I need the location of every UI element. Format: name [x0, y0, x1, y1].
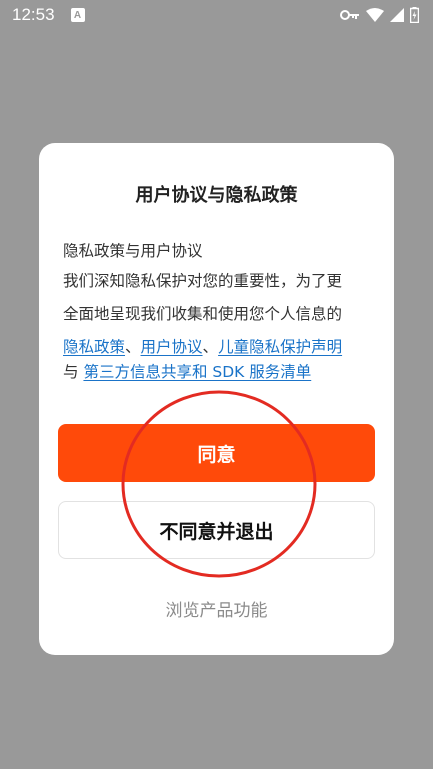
and-text: 与	[63, 363, 84, 381]
signal-icon	[390, 8, 404, 22]
status-time: 12:53	[12, 5, 55, 24]
link-separator: 、	[202, 338, 219, 356]
policy-links-row-2: 与 第三方信息共享和 SDK 服务清单	[63, 360, 373, 382]
privacy-dialog: 用户协议与隐私政策 隐私政策与用户协议 我们深知隐私保护对您的重要性，为了更 全…	[39, 143, 394, 655]
status-bar: 12:53 A	[0, 0, 433, 30]
notification-a-icon: A	[70, 8, 85, 22]
disagree-exit-button[interactable]: 不同意并退出	[58, 501, 375, 559]
dialog-text-line-2: 全面地呈现我们收集和使用您个人信息的	[63, 305, 343, 323]
dialog-subtitle: 隐私政策与用户协议	[63, 242, 203, 260]
policy-links-row: 隐私政策、用户协议、儿童隐私保护声明	[63, 335, 373, 357]
status-icons	[340, 7, 419, 23]
agree-button[interactable]: 同意	[58, 424, 375, 482]
dialog-text-line-1: 我们深知隐私保护对您的重要性，为了更	[63, 272, 343, 290]
dialog-title: 用户协议与隐私政策	[135, 185, 298, 206]
link-separator: 、	[125, 338, 141, 356]
children-privacy-link[interactable]: 儿童隐私保护声明	[218, 338, 342, 356]
key-icon	[340, 10, 359, 20]
battery-icon	[410, 7, 419, 23]
wifi-icon	[366, 8, 384, 22]
browse-features-link[interactable]: 浏览产品功能	[39, 596, 394, 621]
privacy-policy-link[interactable]: 隐私政策	[63, 338, 125, 356]
third-party-sdk-link[interactable]: 第三方信息共享和 SDK 服务清单	[83, 363, 311, 381]
user-agreement-link[interactable]: 用户协议	[141, 338, 203, 356]
